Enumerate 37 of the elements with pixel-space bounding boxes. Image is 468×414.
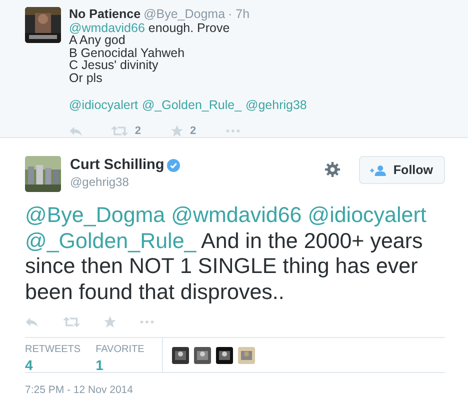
favorite-count: 2: [190, 124, 196, 138]
stat-value[interactable]: 1: [96, 357, 144, 373]
retweet-icon[interactable]: [110, 125, 128, 138]
tweet-text: @wmdavid66 enough. Prove: [69, 22, 231, 34]
tweet-time[interactable]: · 7h: [228, 8, 250, 21]
reply-icon[interactable]: [69, 125, 83, 138]
add-user-icon: [370, 164, 388, 176]
mention-link[interactable]: @gehrig38: [246, 98, 307, 112]
tweet-text: C Jesus' divinity: [69, 59, 160, 72]
follow-button[interactable]: Follow: [359, 156, 445, 184]
mention-link[interactable]: @_Golden_Rule_: [142, 98, 242, 112]
star-icon[interactable]: [104, 316, 116, 328]
user-name[interactable]: Curt Schilling: [70, 157, 164, 173]
reply-icon[interactable]: [25, 316, 39, 328]
tweet-text: Or pls: [69, 72, 104, 85]
mention-link[interactable]: @_Golden_Rule_: [25, 228, 196, 252]
mention-link[interactable]: @wmdavid66: [69, 20, 145, 35]
retweet-count: 2: [134, 124, 141, 138]
more-icon[interactable]: [140, 320, 154, 324]
user-name[interactable]: No Patience: [69, 8, 141, 21]
user-handle[interactable]: @gehrig38: [70, 175, 326, 189]
mention-link[interactable]: @idiocyalert: [308, 203, 426, 227]
user-handle[interactable]: @Bye_Dogma: [144, 8, 226, 21]
tweet-text: @Bye_Dogma @wmdavid66 @idiocyalert @_Golden_Rule_ And in the 2000+ years since then NOT 1 SINGLE thing has ever been found that disproves..: [25, 203, 428, 305]
star-icon[interactable]: [170, 125, 183, 138]
mention-link[interactable]: @wmdavid66: [171, 203, 302, 227]
stat-value[interactable]: 4: [25, 357, 81, 373]
tweet-text: B Genocidal Yahweh: [69, 46, 186, 60]
mention-link[interactable]: @Bye_Dogma: [25, 203, 166, 227]
settings-icon[interactable]: [325, 162, 340, 177]
mention-link[interactable]: @idiocyalert: [69, 98, 138, 112]
stat-label: RETWEETS: [25, 344, 81, 355]
tweet-text: A Any god: [69, 34, 126, 47]
more-icon[interactable]: [226, 129, 240, 134]
tweet-date[interactable]: 7:25 PM - 12 Nov 2014: [25, 384, 445, 396]
retweet-icon[interactable]: [62, 316, 80, 328]
stat-label: FAVORITE: [96, 344, 144, 355]
